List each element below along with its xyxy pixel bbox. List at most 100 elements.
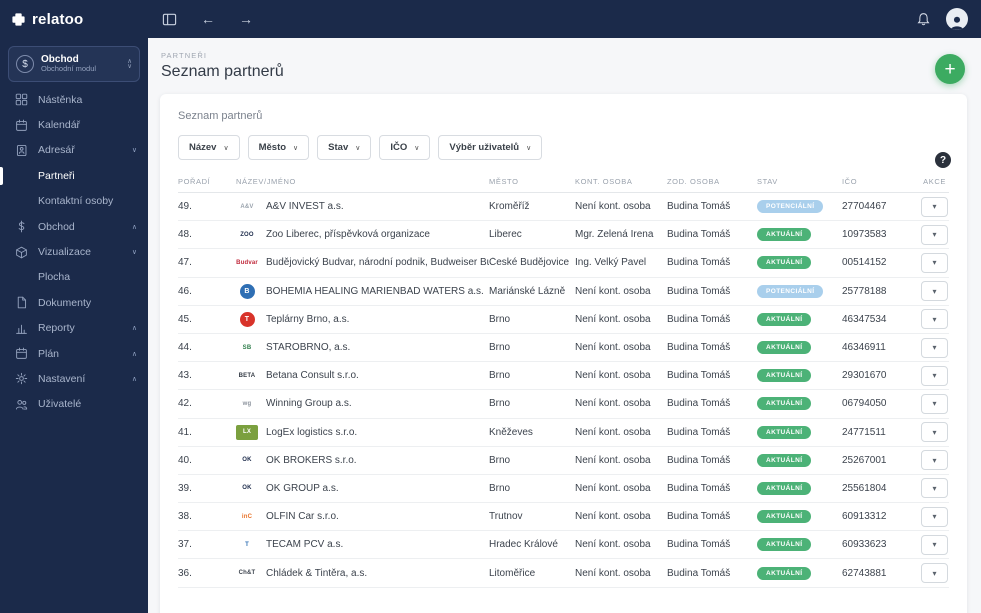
cell-responsible-person: Budina Tomáš bbox=[667, 201, 731, 213]
cell-status: AKTUÁLNÍ bbox=[757, 566, 842, 580]
filter-vyber-uzivatelu[interactable]: Výběr uživatelů ∨ bbox=[438, 135, 543, 160]
cell-contact-person: Mgr. Zelená Irena bbox=[575, 229, 654, 241]
table-row[interactable]: 47. Budvar Budějovický Budvar, národní p… bbox=[178, 249, 949, 278]
row-actions-button[interactable]: ▾ bbox=[921, 365, 948, 386]
table-row[interactable]: 49. A&V A&V INVEST a.s. Kroměříž Není ko… bbox=[178, 193, 949, 222]
filter-nazev[interactable]: Název ∨ bbox=[178, 135, 240, 160]
sidebar-item-nastaveni[interactable]: Nastavení ∧ bbox=[0, 366, 148, 391]
cell-order: 40. bbox=[178, 454, 192, 466]
row-actions-button[interactable]: ▾ bbox=[921, 281, 948, 302]
cell-order: 42. bbox=[178, 398, 192, 410]
table-row[interactable]: 40. OK OK BROKERS s.r.o. Brno Není kont.… bbox=[178, 447, 949, 475]
sidebar-item-kontaktni-osoby[interactable]: Kontaktní osoby bbox=[0, 189, 148, 214]
cell-name: OK OK BROKERS s.r.o. bbox=[236, 453, 489, 468]
cube-icon bbox=[15, 246, 29, 259]
company-logo-icon: T bbox=[245, 541, 249, 548]
help-button[interactable]: ? bbox=[935, 152, 951, 168]
table-row[interactable]: 37. T TECAM PCV a.s. Hradec Králové Není… bbox=[178, 531, 949, 560]
bar-chart-icon bbox=[15, 322, 29, 335]
module-sort-icon: ∧ ∨ bbox=[127, 58, 132, 70]
cell-actions: ▾ bbox=[920, 309, 949, 330]
partners-card: Seznam partnerů Název ∨ Město ∨ Stav ∨ I… bbox=[160, 94, 967, 613]
cell-city: Brno bbox=[489, 342, 511, 354]
status-badge: AKTUÁLNÍ bbox=[757, 481, 812, 495]
notifications-bell-icon[interactable] bbox=[916, 12, 931, 27]
cell-responsible-person: Budina Tomáš bbox=[667, 398, 731, 410]
sidebar-item-vizualizace[interactable]: Vizualizace ∨ bbox=[0, 239, 148, 264]
sidebar-item-dokumenty[interactable]: Dokumenty bbox=[0, 290, 148, 315]
module-selector[interactable]: $ Obchod Obchodní modul ∧ ∨ bbox=[8, 46, 140, 82]
row-actions-button[interactable]: ▾ bbox=[921, 337, 948, 358]
status-badge: POTENCIÁLNÍ bbox=[757, 200, 824, 214]
sidebar-item-nastenka[interactable]: Nástěnka bbox=[0, 87, 148, 112]
row-actions-button[interactable]: ▾ bbox=[921, 563, 948, 584]
sidebar-item-uzivatele[interactable]: Uživatelé bbox=[0, 392, 148, 417]
company-logo-icon: Ch&T bbox=[238, 570, 256, 577]
cell-city: Hradec Králové bbox=[489, 539, 558, 551]
filter-ico[interactable]: IČO ∨ bbox=[379, 135, 431, 160]
row-actions-button[interactable]: ▾ bbox=[921, 309, 948, 330]
table-row[interactable]: 38. inC OLFIN Car s.r.o. Trutnov Není ko… bbox=[178, 503, 949, 532]
row-actions-button[interactable]: ▾ bbox=[921, 506, 948, 527]
table-row[interactable]: 39. OK OK GROUP a.s. Brno Není kont. oso… bbox=[178, 475, 949, 504]
row-actions-button[interactable]: ▾ bbox=[921, 224, 948, 245]
table-row[interactable]: 45. T Teplárny Brno, a.s. Brno Není kont… bbox=[178, 306, 949, 334]
status-badge: AKTUÁLNÍ bbox=[757, 425, 812, 439]
cell-order: 37. bbox=[178, 539, 192, 551]
relatoo-logo-icon bbox=[11, 12, 26, 27]
back-arrow-icon[interactable]: ← bbox=[201, 12, 215, 26]
row-actions-button[interactable]: ▾ bbox=[921, 422, 948, 443]
table-row[interactable]: 42. wg Winning Group a.s. Brno Není kont… bbox=[178, 390, 949, 419]
sidebar-item-plocha[interactable]: Plocha bbox=[0, 265, 148, 290]
cell-contact-person: Ing. Velký Pavel bbox=[575, 257, 647, 269]
status-badge: AKTUÁLNÍ bbox=[757, 256, 812, 270]
sidebar-item-partneri[interactable]: Partneři bbox=[0, 163, 148, 188]
company-logo-icon: wg bbox=[242, 400, 252, 407]
caret-down-icon: ▾ bbox=[932, 512, 937, 522]
sidebar-item-reporty[interactable]: Reporty ∧ bbox=[0, 316, 148, 341]
cell-order: 39. bbox=[178, 482, 192, 494]
cell-city: Liberec bbox=[489, 229, 522, 241]
filter-stav[interactable]: Stav ∨ bbox=[317, 135, 372, 160]
row-actions-button[interactable]: ▾ bbox=[921, 252, 948, 273]
chevron-up-icon: ∧ bbox=[131, 350, 137, 358]
sidebar-item-obchod[interactable]: Obchod ∧ bbox=[0, 214, 148, 239]
table-row[interactable]: 48. ZOO Zoo Liberec, příspěvková organiz… bbox=[178, 221, 949, 250]
cell-status: POTENCIÁLNÍ bbox=[757, 200, 842, 214]
row-actions-button[interactable]: ▾ bbox=[921, 534, 948, 555]
cell-actions: ▾ bbox=[920, 252, 949, 273]
table-row[interactable]: 36. Ch&T Chládek & Tintěra, a.s. Litoměř… bbox=[178, 559, 949, 588]
cell-order: 44. bbox=[178, 342, 192, 354]
sidebar-item-plan[interactable]: Plán ∧ bbox=[0, 341, 148, 366]
cell-name: OK OK GROUP a.s. bbox=[236, 481, 489, 496]
cell-responsible-person: Budina Tomáš bbox=[667, 454, 731, 466]
cell-name: Ch&T Chládek & Tintěra, a.s. bbox=[236, 566, 489, 581]
forward-arrow-icon[interactable]: → bbox=[239, 12, 253, 26]
cell-city: Mariánské Lázně bbox=[489, 285, 566, 297]
table-row[interactable]: 41. LX LogEx logistics s.r.o. Kněževes N… bbox=[178, 419, 949, 447]
user-avatar[interactable] bbox=[946, 8, 968, 30]
row-actions-button[interactable]: ▾ bbox=[921, 196, 948, 217]
row-actions-button[interactable]: ▾ bbox=[921, 478, 948, 499]
cell-status: AKTUÁLNÍ bbox=[757, 228, 842, 242]
table-row[interactable]: 43. BETA Betana Consult s.r.o. Brno Není… bbox=[178, 362, 949, 391]
sidebar-item-adresar[interactable]: Adresář ∨ bbox=[0, 138, 148, 163]
cell-order: 45. bbox=[178, 313, 192, 325]
row-actions-button[interactable]: ▾ bbox=[921, 393, 948, 414]
table-row[interactable]: 44. SB STAROBRNO, a.s. Brno Není kont. o… bbox=[178, 334, 949, 363]
filter-mesto[interactable]: Město ∨ bbox=[247, 135, 310, 160]
cell-order: 41. bbox=[178, 426, 192, 438]
caret-down-icon: ▾ bbox=[932, 399, 937, 409]
sidebar-toggle-icon[interactable] bbox=[162, 12, 177, 27]
status-badge: AKTUÁLNÍ bbox=[757, 538, 812, 552]
row-actions-button[interactable]: ▾ bbox=[921, 450, 948, 471]
cell-ico: 46346911 bbox=[842, 342, 886, 354]
cell-city: Brno bbox=[489, 313, 511, 325]
table-row[interactable]: 46. B BOHEMIA HEALING MARIENBAD WATERS a… bbox=[178, 278, 949, 306]
company-logo-icon: LX bbox=[236, 424, 258, 440]
cell-order: 38. bbox=[178, 511, 192, 523]
sidebar-item-kalendar[interactable]: Kalendář bbox=[0, 112, 148, 137]
caret-down-icon: ▾ bbox=[932, 343, 937, 353]
cell-status: AKTUÁLNÍ bbox=[757, 510, 842, 524]
add-partner-button[interactable]: + bbox=[935, 54, 965, 84]
